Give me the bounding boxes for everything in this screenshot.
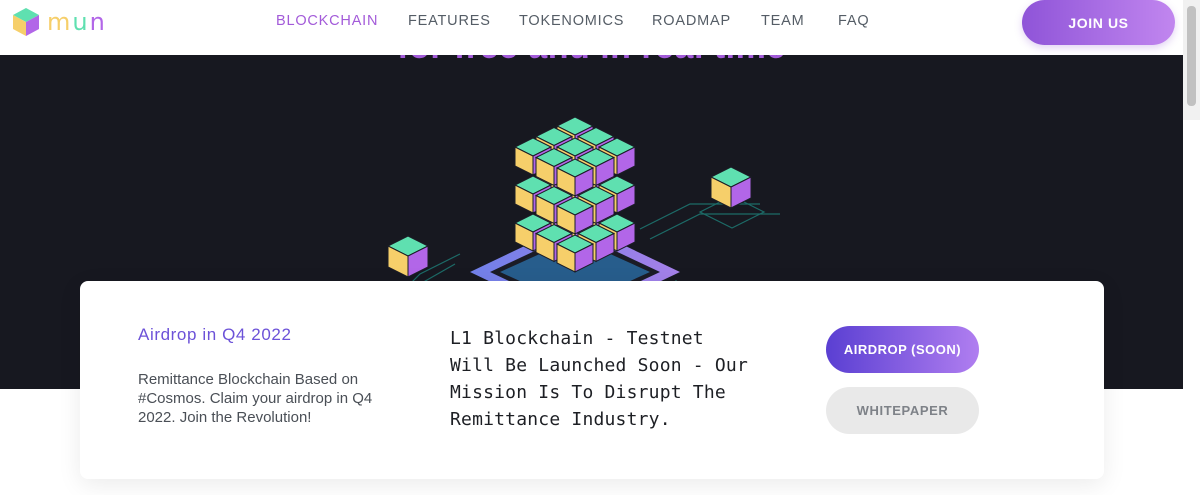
logo-text: mun — [47, 8, 107, 36]
logo-cube-icon — [13, 8, 39, 36]
nav-features[interactable]: FEATURES — [408, 13, 491, 29]
floating-cube-left — [386, 235, 430, 278]
mission-statement: L1 Blockchain - Testnet Will Be Launched… — [450, 328, 748, 430]
nav-team[interactable]: TEAM — [761, 13, 804, 29]
logo-letter-n: n — [89, 8, 107, 36]
whitepaper-button[interactable]: WHITEPAPER — [826, 387, 979, 434]
vertical-scrollbar[interactable] — [1183, 0, 1200, 120]
nav-faq[interactable]: FAQ — [838, 13, 869, 29]
logo[interactable]: mun — [11, 6, 107, 38]
logo-letter-u: u — [72, 8, 90, 36]
join-us-button[interactable]: JOIN US — [1022, 0, 1175, 45]
scrollbar-thumb[interactable] — [1187, 6, 1196, 106]
nav-tokenomics[interactable]: TOKENOMICS — [519, 13, 624, 29]
airdrop-heading: Airdrop in Q4 2022 — [138, 325, 292, 344]
airdrop-button[interactable]: AIRDROP (SOON) — [826, 326, 979, 373]
airdrop-card: Airdrop in Q4 2022 Remittance Blockchain… — [80, 281, 1104, 479]
logo-letter-m: m — [47, 8, 73, 36]
airdrop-description: Remittance Blockchain Based on #Cosmos. … — [138, 371, 373, 426]
nav-blockchain[interactable]: BLOCKCHAIN — [276, 13, 378, 29]
top-navigation-bar: mun BLOCKCHAIN FEATURES TOKENOMICS ROADM… — [0, 0, 1200, 55]
nav-roadmap[interactable]: ROADMAP — [652, 13, 731, 29]
